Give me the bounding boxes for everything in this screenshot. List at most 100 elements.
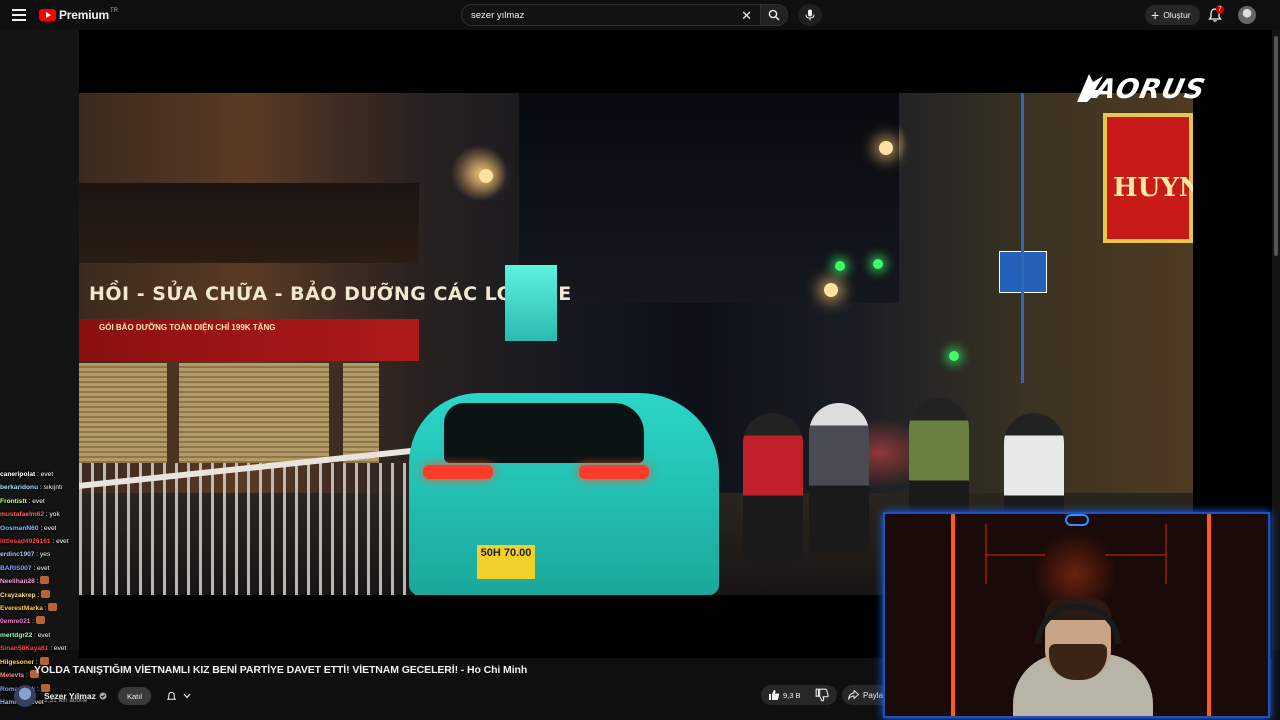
chat-emote-icon (35, 616, 45, 625)
create-label: Oluştur (1163, 10, 1191, 20)
share-icon (848, 690, 859, 700)
chat-message: Sinan58Kaya61 : evet (0, 642, 90, 655)
chat-username[interactable]: mertdgr22 (0, 632, 32, 639)
scene-streetlight (824, 283, 838, 297)
webcam-neon-line (1105, 554, 1165, 556)
chat-text: evet (40, 471, 54, 478)
chat-username[interactable]: Hilgesoner (0, 659, 34, 666)
chat-username[interactable]: berkaridonu (0, 484, 38, 491)
scene-shutter (343, 363, 379, 463)
scene-shop-front (79, 183, 419, 263)
scene-shutter (179, 363, 329, 463)
chat-username[interactable]: littlesad4926161 (0, 538, 51, 545)
scene-car-taillight (579, 465, 649, 479)
chat-username[interactable]: BARIS007 (0, 565, 32, 572)
chat-username[interactable]: EverestMarka (0, 605, 43, 612)
chat-username[interactable]: Sinan58Kaya61 (0, 645, 48, 652)
chat-message: mustafaelm62 : yok (0, 508, 90, 521)
chevron-down-icon (183, 693, 190, 699)
chat-username[interactable]: Frontistt (0, 498, 27, 505)
scene-red-banner-text: GÓI BẢO DƯỠNG TOÀN DIỆN CHỈ 199K TẶNG (99, 323, 276, 332)
thumbs-up-icon (769, 690, 780, 700)
youtube-premium-logo[interactable]: Premium TR (39, 8, 118, 22)
join-button[interactable]: Katıl (118, 687, 151, 705)
scene-shutter (79, 363, 167, 463)
voice-search-button[interactable] (798, 4, 822, 26)
channel-row: Sezer Yılmaz (14, 683, 107, 709)
chat-text: evet (53, 645, 67, 653)
chat-separator: : (24, 672, 30, 680)
chat-username[interactable]: Melevts (0, 672, 24, 679)
chat-text: evet (43, 524, 57, 532)
scene-cyan-billboard (505, 265, 557, 341)
page-scrollbar[interactable] (1274, 36, 1278, 256)
menu-icon[interactable] (12, 9, 26, 21)
chat-text: yok (49, 511, 60, 519)
chat-text: evet (32, 497, 45, 505)
scene-huynh-sign-text: HUYNH (1113, 173, 1193, 203)
scene-motorbike-rider (809, 403, 869, 553)
scene-car-window (444, 403, 644, 463)
channel-avatar[interactable] (14, 685, 36, 707)
webcam-neon-line (985, 554, 1045, 556)
scene-streetlight (479, 169, 493, 183)
chat-message: erdinc1907 : yes (0, 548, 90, 561)
create-button[interactable]: + Oluştur (1145, 5, 1200, 25)
webcam-neon-line (1165, 524, 1167, 584)
video-title: YOLDA TANIŞTIĞIM VİETNAMLI KIZ BENİ PART… (34, 664, 528, 676)
chat-username[interactable]: Neelihan28 (0, 578, 35, 585)
scene-streetlight (879, 141, 893, 155)
search-icon (768, 9, 780, 21)
streamer-webcam (883, 512, 1270, 718)
chat-username[interactable]: OosmanN60 (0, 525, 38, 532)
chat-emote-icon (41, 589, 51, 598)
chat-username[interactable]: caneripolat (0, 471, 35, 478)
account-avatar[interactable] (1238, 6, 1256, 24)
scene-car-taillight (423, 465, 493, 479)
search-box[interactable]: ✕ (461, 4, 761, 26)
scene-pole (1021, 93, 1024, 383)
subscription-bell-button[interactable] (160, 687, 196, 705)
chat-message: mertdgr22 : evet (0, 629, 90, 642)
chat-text: yes (39, 551, 51, 559)
microphone-icon (805, 9, 815, 21)
clear-search-icon[interactable]: ✕ (741, 8, 752, 24)
bell-icon (166, 691, 176, 700)
masthead: Premium TR ✕ + Oluştur 7 (0, 0, 1280, 30)
chat-text: evet (37, 564, 50, 572)
chat-message: OosmanN60 : evet (0, 522, 90, 535)
logo-country-code: TR (109, 8, 118, 14)
chat-message: Crayzakrep : (0, 589, 90, 602)
chat-username[interactable]: Crayzakrep (0, 592, 36, 599)
scene-traffic-light (949, 351, 959, 361)
chat-username[interactable]: erdinc1907 (0, 551, 34, 558)
channel-subscriber-count: 1,31 Mn abone (44, 697, 88, 704)
scene-motorbike-rider (743, 413, 803, 563)
chat-message: caneripolat : evet (0, 468, 90, 481)
chat-text: evet (56, 538, 69, 546)
search-input[interactable] (471, 9, 731, 21)
like-count: 9,3 B (783, 690, 801, 700)
logo-text: Premium (59, 8, 109, 22)
verified-icon (99, 692, 107, 700)
scene-traffic-light (835, 261, 845, 271)
chat-text: evet (37, 631, 51, 639)
aorus-brand-overlay: AORUS (1091, 74, 1209, 105)
scene-license-plate: 50H 70.00 (477, 545, 535, 579)
chat-message: BARIS007 : evet (0, 562, 90, 575)
chat-message: 0emre021 : (0, 615, 90, 628)
thumbs-down-icon[interactable] (815, 688, 829, 702)
notification-count-badge: 7 (1216, 5, 1224, 14)
chat-message: berkaridonu : sıkıjntı (0, 481, 90, 494)
chat-emote-icon (48, 603, 58, 612)
chat-message: Frontistt : evet (0, 495, 90, 508)
chat-emote-icon (40, 576, 50, 585)
chat-username[interactable]: 0emre021 (0, 618, 30, 625)
scene-sky (519, 93, 899, 303)
share-button[interactable]: Paylaş (842, 685, 888, 705)
chat-username[interactable]: mustafaelm62 (0, 511, 44, 518)
search-button[interactable] (760, 4, 788, 26)
webcam-frame-logo-icon (1065, 514, 1089, 526)
plus-icon: + (1151, 7, 1160, 23)
chat-message: littlesad4926161 : evet (0, 535, 90, 548)
